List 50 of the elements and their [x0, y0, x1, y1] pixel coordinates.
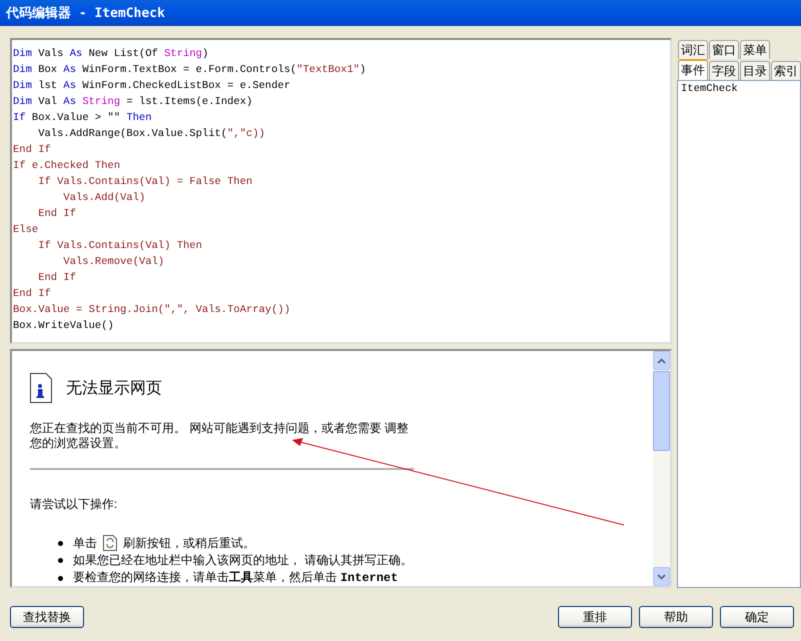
- bullet-icon: [58, 558, 63, 563]
- side-tab[interactable]: 索引: [771, 61, 801, 80]
- window-title: 代码编辑器 - ItemCheck: [6, 4, 165, 22]
- code-line: If Box.Value > "" Then: [13, 111, 152, 126]
- side-tab[interactable]: 事件: [678, 59, 708, 80]
- dialog-button[interactable]: 重排: [558, 606, 632, 628]
- suggestion-text: 要检查您的网络连接，请单击工具菜单，然后单击 Internet: [73, 570, 398, 586]
- code-line: If e.Checked Then: [13, 159, 120, 174]
- dialog-button[interactable]: 帮助: [639, 606, 713, 628]
- info-page-icon: [30, 373, 52, 403]
- scroll-down-button[interactable]: [653, 567, 670, 586]
- code-line: Vals.AddRange(Box.Value.Split(","c)): [37, 127, 266, 142]
- refresh-page-icon: [103, 535, 117, 551]
- error-message: 您正在查找的页当前不可用。 网站可能遇到支持问题，或者您需要 调整您的浏览器设置。: [30, 421, 410, 451]
- side-tab[interactable]: 词汇: [678, 40, 708, 59]
- suggestion-text: 刷新按钮，或稍后重试。: [123, 536, 255, 550]
- code-line: Else: [13, 223, 38, 238]
- error-heading: 无法显示网页: [66, 378, 162, 398]
- dialog-button[interactable]: 确定: [720, 606, 794, 628]
- side-tab[interactable]: 目录: [740, 61, 770, 80]
- find-replace-button[interactable]: 查找替换: [10, 606, 84, 628]
- vertical-scrollbar[interactable]: [653, 351, 670, 586]
- code-line: Vals.Remove(Val): [62, 255, 164, 270]
- suggestion-text: 如果您已经在地址栏中输入该网页的地址， 请确认其拼写正确。: [73, 553, 412, 568]
- code-line: Dim Box As WinForm.TextBox = e.Form.Controls("TextBox1"): [13, 63, 366, 78]
- code-line: If Vals.Contains(Val) Then: [37, 239, 202, 254]
- event-list-item[interactable]: ItemCheck: [681, 83, 797, 95]
- code-line: Vals.Add(Val): [62, 191, 146, 206]
- code-line: Box.Value = String.Join(",", Vals.ToArray()): [13, 303, 290, 318]
- code-line: End If: [13, 143, 51, 158]
- side-tab[interactable]: 字段: [709, 61, 739, 80]
- code-line: Box.WriteValue(): [13, 319, 114, 334]
- scroll-up-button[interactable]: [653, 351, 670, 370]
- scroll-thumb[interactable]: [653, 371, 670, 451]
- code-line: If Vals.Contains(Val) = False Then: [37, 175, 252, 190]
- code-editor[interactable]: [10, 38, 672, 344]
- code-line: Dim Val As String = lst.Items(e.Index): [13, 95, 252, 110]
- bullet-icon: [58, 540, 63, 546]
- code-line: Dim lst As WinForm.CheckedListBox = e.Sender: [13, 79, 290, 94]
- code-line: End If: [13, 287, 51, 302]
- code-line: Dim Vals As New List(Of String): [13, 47, 208, 62]
- side-tab[interactable]: 菜单: [740, 40, 770, 59]
- code-line: End If: [37, 271, 76, 286]
- caret-up-icon: [657, 358, 666, 364]
- bullet-icon: [58, 576, 63, 580]
- caret-down-icon: [657, 574, 666, 580]
- code-line: End If: [37, 207, 76, 222]
- suggestion-text: 单击: [73, 536, 97, 550]
- suggestion-heading: 请尝试以下操作:: [30, 496, 118, 513]
- side-tab[interactable]: 窗口: [709, 40, 739, 59]
